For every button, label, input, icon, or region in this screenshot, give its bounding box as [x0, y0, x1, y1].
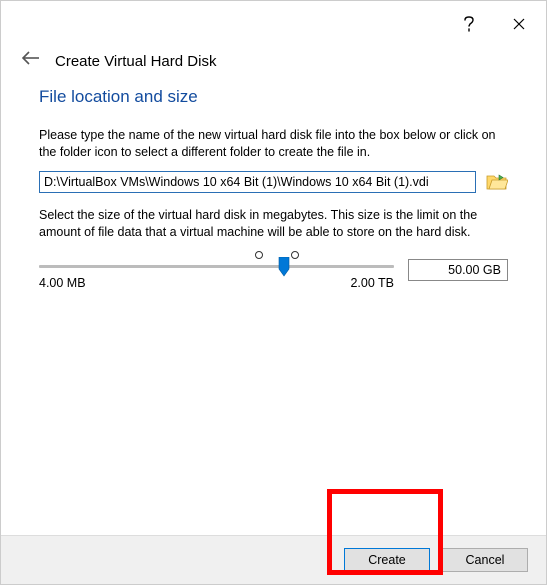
path-row [39, 171, 508, 193]
size-slider-track[interactable] [39, 265, 394, 268]
button-bar: Create Cancel [1, 535, 546, 584]
help-icon[interactable] [460, 15, 478, 33]
cancel-button[interactable]: Cancel [442, 548, 528, 572]
slider-max-label: 2.00 TB [350, 276, 394, 290]
titlebar [9, 9, 538, 43]
slider-min-label: 4.00 MB [39, 276, 86, 290]
size-display[interactable] [408, 259, 508, 281]
file-path-input[interactable] [39, 171, 476, 193]
wizard-title: Create Virtual Hard Disk [55, 53, 216, 70]
content: File location and size Please type the n… [9, 85, 538, 290]
header: Create Virtual Hard Disk [9, 43, 538, 85]
back-arrow-icon[interactable] [21, 51, 41, 71]
size-slider-thumb[interactable] [277, 257, 291, 277]
size-slider-area: 4.00 MB 2.00 TB [39, 251, 508, 290]
close-icon[interactable] [510, 15, 528, 33]
slider-ticks [39, 251, 394, 263]
dialog-window: Create Virtual Hard Disk File location a… [0, 0, 547, 585]
size-description: Select the size of the virtual hard disk… [39, 207, 508, 241]
create-button[interactable]: Create [344, 548, 430, 572]
path-description: Please type the name of the new virtual … [39, 127, 508, 161]
browse-folder-icon[interactable] [486, 172, 508, 192]
section-title: File location and size [39, 87, 508, 107]
slider-labels: 4.00 MB 2.00 TB [39, 276, 394, 290]
